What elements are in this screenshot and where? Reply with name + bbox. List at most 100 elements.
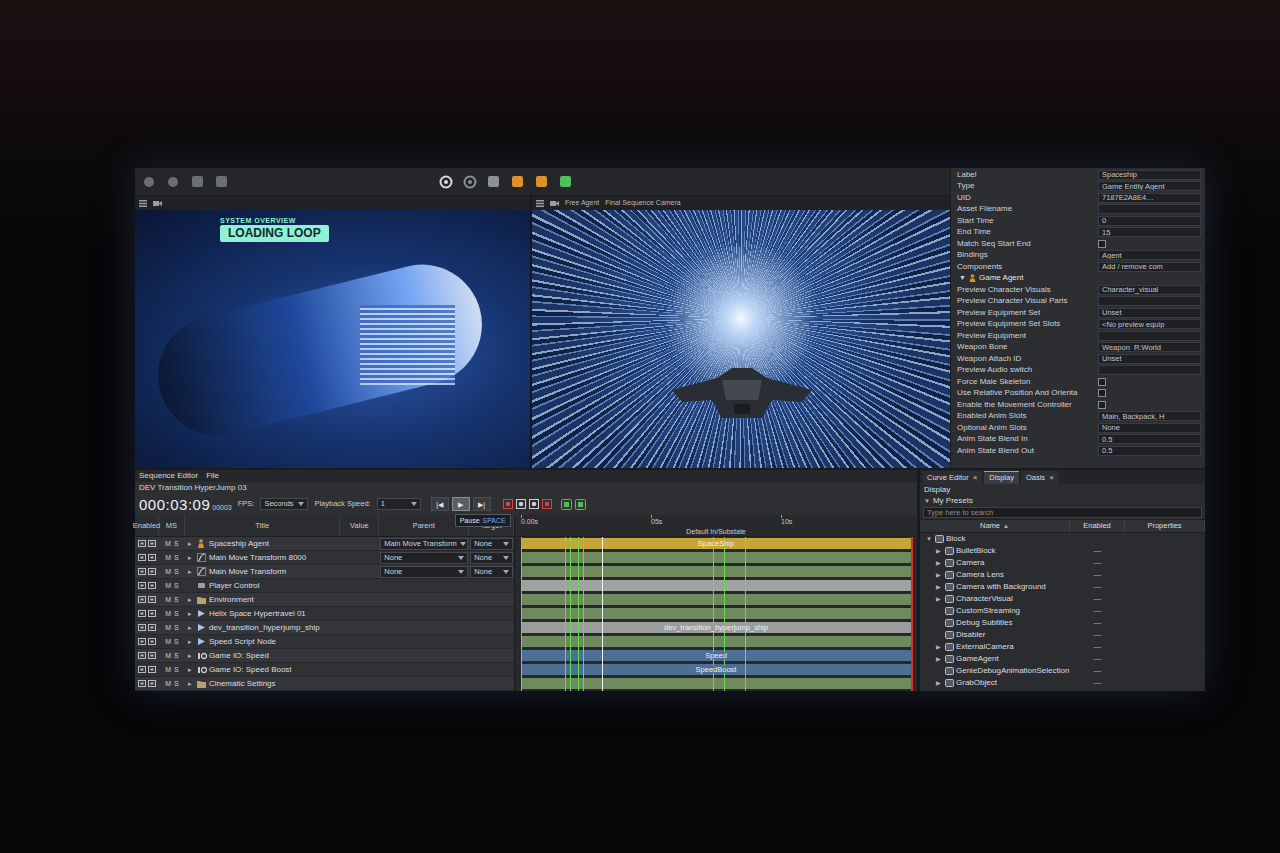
panel-tab[interactable]: Oasis× [1021, 471, 1059, 484]
enabled-icon[interactable] [138, 638, 146, 645]
ms-toggle[interactable]: S [174, 680, 179, 687]
expand-cell[interactable]: ▸ [188, 638, 195, 645]
expand-toggle[interactable]: ▼ [951, 273, 969, 284]
toolbar-tool-icon[interactable] [511, 175, 525, 189]
fps-dropdown-value[interactable]: Seconds [264, 500, 293, 508]
expand-cell[interactable]: ▸ [188, 596, 195, 603]
tree-expander[interactable]: ▶ [936, 560, 943, 566]
property-checkbox[interactable] [1098, 389, 1106, 397]
tree-column-header[interactable]: Properties [1125, 520, 1205, 532]
tree-enabled-value[interactable]: — [1094, 619, 1102, 627]
column-header[interactable]: Enabled [135, 515, 159, 536]
property-value[interactable]: Character_visual [1102, 286, 1158, 294]
ms-toggle[interactable]: M [165, 624, 171, 631]
ms-toggle[interactable]: S [174, 540, 179, 547]
property-field[interactable]: 0.5 [1098, 446, 1201, 456]
track-clip[interactable]: dev_transition_hyperjump_ship [521, 622, 911, 633]
tree-row[interactable]: ▼Block [920, 533, 1205, 545]
property-checkbox[interactable] [1098, 378, 1106, 386]
tree-column-label[interactable]: Properties [1147, 522, 1181, 530]
ms-toggle[interactable]: M [165, 680, 171, 687]
expand-cell[interactable]: ▸ [188, 540, 195, 547]
parent-dropdown[interactable]: None [380, 566, 468, 578]
panel-tab[interactable]: Curve Editor× [922, 471, 982, 484]
record-tool-icon[interactable] [529, 499, 539, 509]
end-marker[interactable] [911, 537, 913, 691]
tab-label[interactable]: Oasis [1026, 474, 1045, 482]
expand-arrow[interactable]: ▸ [188, 568, 192, 575]
toolbar-tool-icon[interactable] [143, 175, 157, 189]
column-header[interactable]: MS [159, 515, 185, 536]
tab-label[interactable]: Display [989, 474, 1014, 482]
menu-item[interactable]: File [206, 472, 219, 480]
toolbar-tool-icon[interactable] [535, 175, 549, 189]
track-clip[interactable] [521, 580, 911, 591]
target-dropdown-value[interactable]: None [474, 554, 492, 562]
scene-viewport[interactable]: SYSTEM OVERVIEWLOADING LOOP [135, 196, 530, 468]
track-clip[interactable] [521, 552, 911, 563]
expand-arrow[interactable]: ▸ [188, 554, 192, 561]
keyframe-line[interactable] [565, 537, 566, 691]
track-row[interactable]: MS▸Game IO: Speed [135, 649, 514, 663]
property-field[interactable] [1098, 204, 1201, 214]
expand-cell[interactable]: ▸ [188, 554, 195, 561]
tree-expander[interactable]: ▶ [936, 548, 943, 554]
presets-row[interactable]: ▼My Presets [920, 495, 1205, 506]
ms-toggle[interactable]: M [165, 652, 171, 659]
toolbar-tool-icon[interactable] [167, 175, 181, 189]
track-clip[interactable]: Speed [521, 650, 911, 661]
timeline[interactable]: 0.00s05s10sDefault In/SubstateSpaceShipd… [515, 515, 917, 691]
tree-row[interactable]: Debug Subtitles— [920, 617, 1205, 629]
viewport-camera-label[interactable]: Final Sequence Camera [605, 198, 681, 209]
visibility-icon[interactable] [148, 596, 156, 603]
ms-toggle[interactable]: M [165, 610, 171, 617]
property-field[interactable]: Agent [1098, 250, 1201, 260]
track-row[interactable]: MS▸Environment [135, 593, 514, 607]
toolbar-tool-icon[interactable] [215, 175, 229, 189]
ms-toggle[interactable]: M [165, 568, 171, 575]
tree-arrow[interactable]: ▶ [936, 680, 941, 686]
column-header-label[interactable]: MS [166, 522, 177, 530]
column-header-label[interactable]: Title [255, 522, 269, 530]
snap-tool-icon[interactable] [561, 499, 572, 510]
tree-enabled-value[interactable]: — [1094, 655, 1102, 663]
ms-toggle[interactable]: S [174, 610, 179, 617]
property-checkbox[interactable] [1098, 240, 1106, 248]
visibility-icon[interactable] [148, 624, 156, 631]
keyframe-line[interactable] [578, 537, 579, 691]
enabled-icon[interactable] [138, 652, 146, 659]
tree-row[interactable]: CustomStreaming— [920, 605, 1205, 617]
track-row[interactable]: MS▸Game IO: Speed Boost [135, 663, 514, 677]
ms-toggle[interactable]: S [174, 624, 179, 631]
tree-arrow[interactable]: ▶ [936, 572, 941, 578]
track-clip[interactable] [521, 636, 911, 647]
enabled-icon[interactable] [138, 666, 146, 673]
parent-dropdown[interactable]: Main Move Transform [380, 538, 468, 550]
track-clip[interactable]: SpaceShip [521, 538, 911, 549]
property-field[interactable]: <No preview equip [1098, 319, 1201, 329]
property-field[interactable]: Unset [1098, 308, 1201, 318]
property-value[interactable]: 0 [1102, 217, 1106, 225]
visibility-icon[interactable] [148, 568, 156, 575]
ms-toggle[interactable]: M [165, 666, 171, 673]
playback-speed-dropdown-value[interactable]: 1 [381, 500, 385, 508]
property-value[interactable]: 0.5 [1102, 447, 1112, 455]
tree-enabled-value[interactable]: — [1094, 679, 1102, 687]
keyframe-line[interactable] [521, 537, 522, 691]
property-value[interactable]: <No preview equip [1102, 321, 1164, 329]
expand-cell[interactable]: ▸ [188, 568, 195, 575]
toolbar-tool-icon[interactable] [559, 175, 573, 189]
transport-glyph[interactable]: |◀ [436, 501, 443, 508]
track-row[interactable]: MS▸dev_transition_hyperjump_ship [135, 621, 514, 635]
property-field[interactable]: Add / remove com [1098, 262, 1201, 272]
property-value[interactable]: 0.5 [1102, 436, 1112, 444]
property-field[interactable] [1098, 365, 1201, 375]
target-dropdown[interactable]: None [470, 566, 513, 578]
tree-row[interactable]: ▶Camera— [920, 557, 1205, 569]
keyframe-line[interactable] [583, 537, 584, 691]
visibility-icon[interactable] [148, 554, 156, 561]
track-row[interactable]: MS▸Speed Script Node [135, 635, 514, 649]
tree-row[interactable]: ▶GrabObject— [920, 677, 1205, 689]
tree-column-label[interactable]: Enabled [1083, 522, 1111, 530]
property-value[interactable]: Game Entity Agent [1102, 183, 1165, 191]
